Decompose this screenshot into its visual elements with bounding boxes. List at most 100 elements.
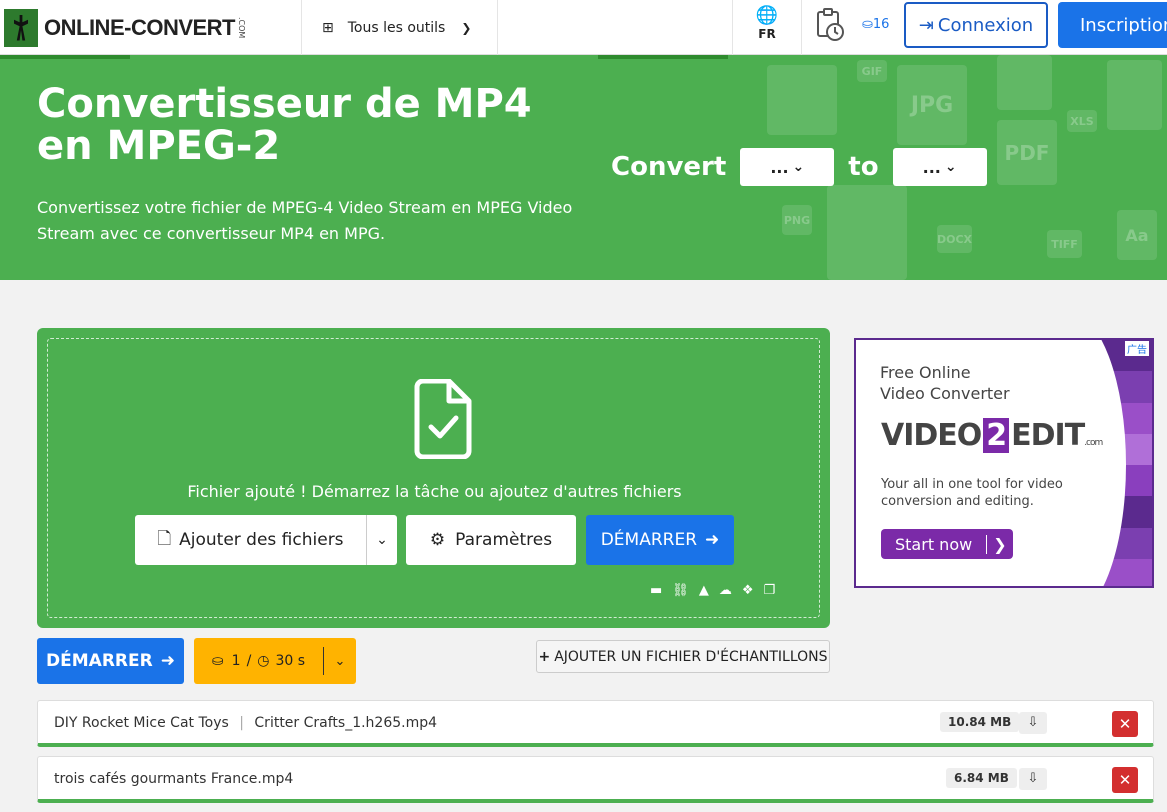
download-icon[interactable]: ⇩ xyxy=(1019,768,1047,790)
folder-icon[interactable]: ▬ xyxy=(650,583,662,598)
deco-png-icon: PNG xyxy=(782,205,812,235)
add-file-icon: 🗋 xyxy=(157,528,172,549)
ad-label[interactable]: 广告 xyxy=(1125,341,1149,356)
deco-pdf-icon: PDF xyxy=(997,120,1057,185)
language-code: FR xyxy=(758,27,776,41)
file-name-part1: DIY Rocket Mice Cat Toys xyxy=(54,715,229,731)
credits-counter[interactable]: ⛀16 xyxy=(862,17,889,32)
file-row: trois cafés gourmants France.mp4 6.84 MB… xyxy=(37,756,1154,803)
download-icon[interactable]: ⇩ xyxy=(1019,712,1047,734)
deco-xls-icon: XLS xyxy=(1067,110,1097,132)
deco-image-icon xyxy=(997,55,1052,110)
gears-icon: ⚙ xyxy=(429,530,446,550)
deco-docx-icon: DOCX xyxy=(937,225,972,253)
cost-indicator: ⛀ 1 / ◷ 30 s ⌄ xyxy=(194,638,356,684)
language-selector[interactable]: 🌐 FR xyxy=(732,0,802,55)
arrow-right-icon: ➜ xyxy=(705,530,720,550)
login-button[interactable]: ⇥ Connexion xyxy=(904,2,1048,48)
settings-label: Paramètres xyxy=(455,530,553,550)
ad-heading-line1: Free Online xyxy=(880,363,971,382)
chevron-right-icon: ❯ xyxy=(986,534,1007,554)
history-clock-icon[interactable] xyxy=(812,8,848,44)
deco-graph-icon xyxy=(827,185,907,280)
grid-icon: ⊞ xyxy=(322,19,334,36)
signup-button[interactable]: Inscription xyxy=(1058,2,1167,48)
hero-stripe xyxy=(0,55,130,59)
link-icon[interactable]: ⛓ xyxy=(672,583,689,598)
chevron-down-icon: ⌄ xyxy=(334,653,346,669)
cost-time: 30 s xyxy=(275,653,306,669)
hero-stripe xyxy=(598,55,728,59)
login-icon: ⇥ xyxy=(918,14,934,36)
deco-gif-icon: GIF xyxy=(857,60,887,82)
top-bar: ONLINE-CONVERT .COM ⊞ Tous les outils ❯ … xyxy=(0,0,1167,55)
to-format-select[interactable]: ... ⌄ xyxy=(892,148,987,186)
file-row: DIY Rocket Mice Cat Toys | Critter Craft… xyxy=(37,700,1154,747)
upload-message: Fichier ajouté ! Démarrez la tâche ou aj… xyxy=(187,482,682,501)
to-label: to xyxy=(848,152,879,182)
file-check-icon xyxy=(414,379,472,459)
globe-icon: 🌐 xyxy=(755,5,779,26)
logo-left: VIDEO xyxy=(881,418,982,453)
coin-icon: ⛀ xyxy=(211,653,224,669)
site-logo[interactable]: ONLINE-CONVERT .COM xyxy=(0,0,302,55)
add-files-dropdown[interactable]: ⌄ xyxy=(367,532,397,548)
logo-com: .com xyxy=(1084,438,1103,448)
add-files-label: Ajouter des fichiers xyxy=(179,530,344,550)
settings-button[interactable]: ⚙ Paramètres xyxy=(406,515,576,565)
tools-label: Tous les outils xyxy=(347,19,446,36)
advertisement[interactable]: 广告 Free Online Video Converter VIDEO 2 EDI… xyxy=(854,338,1154,588)
dropbox-icon[interactable]: ❖ xyxy=(742,583,754,598)
start-label: DÉMARRER xyxy=(46,651,153,671)
cost-dropdown[interactable]: ⌄ xyxy=(324,654,356,669)
from-format-value: ... xyxy=(770,157,789,177)
timer-icon: ◷ xyxy=(257,653,270,669)
to-format-value: ... xyxy=(922,157,941,177)
format-switcher: Convert ... ⌄ to ... ⌄ xyxy=(611,148,1001,186)
upload-sources: ▬ ⛓ ▲ ☁ ❖ ❐ xyxy=(650,583,775,598)
ad-description: Your all in one tool for video conversio… xyxy=(881,476,1063,510)
onedrive-icon[interactable]: ☁ xyxy=(719,583,732,598)
file-name-part2: Critter Crafts_1.h265.mp4 xyxy=(254,715,438,731)
drop-zone[interactable]: Fichier ajouté ! Démarrez la tâche ou aj… xyxy=(47,338,820,618)
file-name-separator: | xyxy=(239,715,244,731)
page-title: Convertisseur de MP4 en MPEG-2 xyxy=(37,81,532,169)
delete-button[interactable]: ✕ xyxy=(1112,767,1138,793)
clipboard-icon[interactable]: ❐ xyxy=(763,583,775,598)
ad-start-now-button[interactable]: Start now ❯ xyxy=(881,529,1013,559)
cost-credits: 1 xyxy=(231,653,241,669)
signup-label: Inscription xyxy=(1080,14,1167,36)
ad-desc-line2: conversion and editing. xyxy=(881,494,1034,509)
deco-chart-icon xyxy=(1107,60,1162,130)
cost-summary[interactable]: ⛀ 1 / ◷ 30 s xyxy=(194,647,324,675)
start-button-secondary[interactable]: DÉMARRER ➜ xyxy=(37,638,184,684)
sample-label: AJOUTER UN FICHIER D'ÉCHANTILLONS xyxy=(554,648,828,665)
add-sample-file-button[interactable]: + AJOUTER UN FICHIER D'ÉCHANTILLONS xyxy=(536,640,830,673)
convert-label: Convert xyxy=(611,152,727,182)
chevron-down-icon: ⌄ xyxy=(376,532,388,548)
deco-font-icon: Aa xyxy=(1117,210,1157,260)
add-files-button[interactable]: 🗋 Ajouter des fichiers xyxy=(135,515,367,565)
from-format-select[interactable]: ... ⌄ xyxy=(740,148,835,186)
cost-separator: / xyxy=(246,653,252,669)
file-size: 6.84 MB xyxy=(946,768,1017,788)
deco-tiff-icon: TIFF xyxy=(1047,230,1082,258)
ad-wave xyxy=(1006,340,1126,586)
logo-mid: 2 xyxy=(983,418,1010,453)
deco-jpg-icon: JPG xyxy=(897,65,967,145)
arrow-right-icon: ➜ xyxy=(160,651,175,671)
deco-mail-icon xyxy=(767,65,837,135)
ad-cta-label: Start now xyxy=(895,534,973,554)
google-drive-icon[interactable]: ▲ xyxy=(699,583,709,598)
page-subtitle: Convertissez votre fichier de MPEG-4 Vid… xyxy=(37,198,573,243)
all-tools-menu[interactable]: ⊞ Tous les outils ❯ xyxy=(302,0,498,55)
file-name: trois cafés gourmants France.mp4 xyxy=(54,771,294,787)
add-files-button-group: 🗋 Ajouter des fichiers ⌄ xyxy=(135,515,397,565)
start-button[interactable]: DÉMARRER ➜ xyxy=(586,515,734,565)
logo-text: ONLINE-CONVERT xyxy=(44,14,236,40)
start-label: DÉMARRER xyxy=(600,530,698,550)
file-size: 10.84 MB xyxy=(940,712,1020,732)
video2edit-logo: VIDEO 2 EDIT.com xyxy=(881,418,1103,453)
delete-button[interactable]: ✕ xyxy=(1112,711,1138,737)
chevron-down-icon: ⌄ xyxy=(944,159,957,175)
